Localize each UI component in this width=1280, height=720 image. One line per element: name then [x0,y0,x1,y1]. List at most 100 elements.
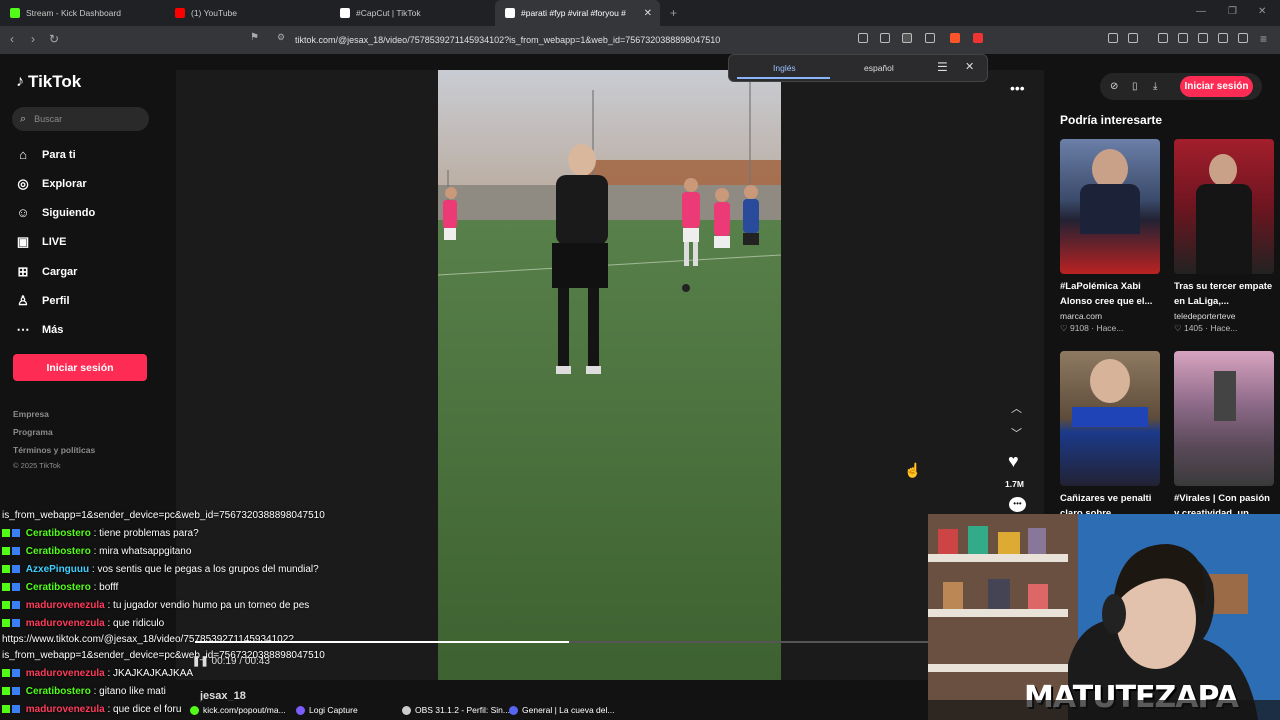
close-window-icon[interactable]: ✕ [1258,6,1266,17]
sidebar-icon[interactable] [1178,33,1188,43]
minimize-icon[interactable]: — [1196,6,1206,17]
new-tab-icon[interactable]: + [670,6,677,20]
tab-title: (1) YouTube [191,8,237,18]
browser-tab-capcut[interactable]: #CapCut | TikTok [330,0,495,26]
footer-link-empresa[interactable]: Empresa [13,409,49,419]
chat-user[interactable]: Ceratibostero [26,528,91,539]
download-icon[interactable]: ⤓ [1153,81,1157,92]
nav-item-siguiendo[interactable]: ☺ Siguiendo [16,205,95,220]
chat-text: : tiene problemas para? [93,528,199,539]
nav-label: Más [42,324,64,336]
wallet-icon[interactable] [1198,33,1208,43]
chat-text: is_from_webapp=1&sender_device=pc&web_id… [2,510,325,521]
translate-icon[interactable] [902,33,912,43]
discord-icon [509,705,518,715]
maximize-icon[interactable]: ❐ [1228,6,1237,17]
nav-item-live[interactable]: ▣ LIVE [16,234,67,250]
translate-target-tab[interactable]: español [864,63,894,73]
login-button-sidebar[interactable]: Iniciar sesión [13,354,147,381]
card-thumbnail [1174,351,1274,486]
vpn-icon[interactable] [1238,33,1248,43]
nav-item-explorar[interactable]: ◎ Explorar [16,176,86,192]
home-icon: ⌂ [19,147,27,162]
chat-user[interactable]: Ceratibostero [26,686,91,697]
extension-icon[interactable] [858,33,868,43]
like-heart-icon[interactable]: ♥ [1008,451,1019,472]
chat-user[interactable]: madurovenezula [26,704,105,715]
rewards-icon[interactable] [973,33,983,43]
more-options-icon[interactable]: ••• [1010,80,1025,96]
copyright: © 2025 TikTok [13,461,61,470]
chat-text: : que dice el foru [107,704,182,715]
chat-text: : vos sentis que le pegas a los grupos d… [91,564,319,575]
recommended-card[interactable]: #LaPolémica Xabi Alonso cree que el... m… [1060,139,1160,334]
share-icon[interactable] [925,33,935,43]
recommended-card[interactable]: Cañizares ve penalti claro sobre [1060,351,1160,521]
sub-badge-icon [12,583,20,592]
translate-source-tab[interactable]: Inglés [773,63,796,73]
card-meta: ♡ 1405 · Hace... [1174,323,1238,333]
chat-text: is_from_webapp=1&sender_device=pc&web_id… [2,650,325,661]
video-progress-bar[interactable] [195,641,928,643]
taskbar-item-logi[interactable]: Logi Capture [296,705,358,715]
nav-item-cargar[interactable]: ⊞ Cargar [16,264,78,280]
back-icon[interactable]: ‹ [10,32,14,46]
recommended-card[interactable]: Tras su tercer empate en LaLiga,... tele… [1174,139,1274,334]
kick-badge-icon [2,565,10,574]
footer-link-programa[interactable]: Programa [13,427,53,437]
sub-badge-icon [12,529,20,538]
translate-menu-icon[interactable]: ☰ [937,60,948,74]
browser-tab-kick[interactable]: Stream - Kick Dashboard [0,0,165,26]
nav-item-para-ti[interactable]: ⌂ Para ti [16,147,76,162]
url-text: tiktok.com/@jesax_18/video/7578539271145… [295,35,721,45]
upload-icon: ⊞ [17,264,29,279]
brave-shield-icon[interactable] [950,33,960,43]
close-tab-icon[interactable]: ✕ [644,8,652,19]
nav-item-perfil[interactable]: ♙ Perfil [16,293,69,309]
search-input[interactable]: ⌕ Buscar [12,107,149,131]
taskbar-item-obs[interactable]: OBS 31.1.2 - Perfil: Sin... [402,705,510,715]
browser-tab-youtube[interactable]: (1) YouTube [165,0,330,26]
chat-user[interactable]: Ceratibostero [26,582,91,593]
pause-icon[interactable]: ❚❚ [192,656,209,667]
cast-icon[interactable] [880,33,890,43]
bookmark-icon[interactable]: ⚑ [250,32,259,43]
chat-text: : JKAJKAJKAJKAA [107,668,194,679]
video-progress-fill [195,641,569,643]
extensions-icon[interactable] [1108,33,1118,43]
chat-message: madurovenezula : que ridiculo [2,618,164,629]
site-info-icon[interactable]: ⚙ [277,32,285,43]
taskbar-item-kick[interactable]: kick.com/popout/ma... [190,705,286,715]
menu-icon[interactable]: ≡ [1260,32,1267,46]
previous-video-icon[interactable]: ︿ [1011,400,1022,416]
tiktok-logo[interactable]: ♪ TikTok [16,72,81,92]
forward-icon[interactable]: › [31,32,35,46]
reload-icon[interactable]: ↻ [49,32,59,46]
chat-user[interactable]: Ceratibostero [26,546,91,557]
nav-item-mas[interactable]: ⋯ Más [16,322,64,338]
kick-badge-icon [2,547,10,556]
next-video-icon[interactable]: ﹀ [1011,425,1022,441]
card-meta: ♡ 9108 · Hace... [1060,323,1124,333]
chat-user[interactable]: AzxePinguuu [26,564,89,575]
media-icon[interactable] [1158,33,1168,43]
translate-close-icon[interactable]: ✕ [965,60,974,73]
footer-link-terminos[interactable]: Términos y políticas [13,445,95,455]
nav-label: Cargar [42,266,78,278]
comment-icon[interactable]: ••• [1009,497,1026,512]
phone-icon[interactable]: ▯ [1132,81,1138,92]
chat-user[interactable]: madurovenezula [26,618,105,629]
taskbar-item-discord[interactable]: General | La cueva del... [509,705,614,715]
chat-user[interactable]: madurovenezula [26,600,105,611]
sub-badge-icon [12,565,20,574]
login-button-header[interactable]: Iniciar sesión [1180,76,1253,97]
browser-tab-active[interactable]: #parati #fyp #viral #foryou # ✕ [495,0,660,26]
recommended-card[interactable]: #Virales | Con pasión y creatividad, un [1174,351,1274,521]
leo-icon[interactable] [1218,33,1228,43]
coins-icon[interactable]: ⊘ [1110,81,1118,92]
video-frame[interactable] [438,70,781,680]
sub-badge-icon [12,619,20,628]
chat-user[interactable]: madurovenezula [26,668,105,679]
tab-search-icon[interactable] [1128,33,1138,43]
task-label: General | La cueva del... [522,705,615,715]
